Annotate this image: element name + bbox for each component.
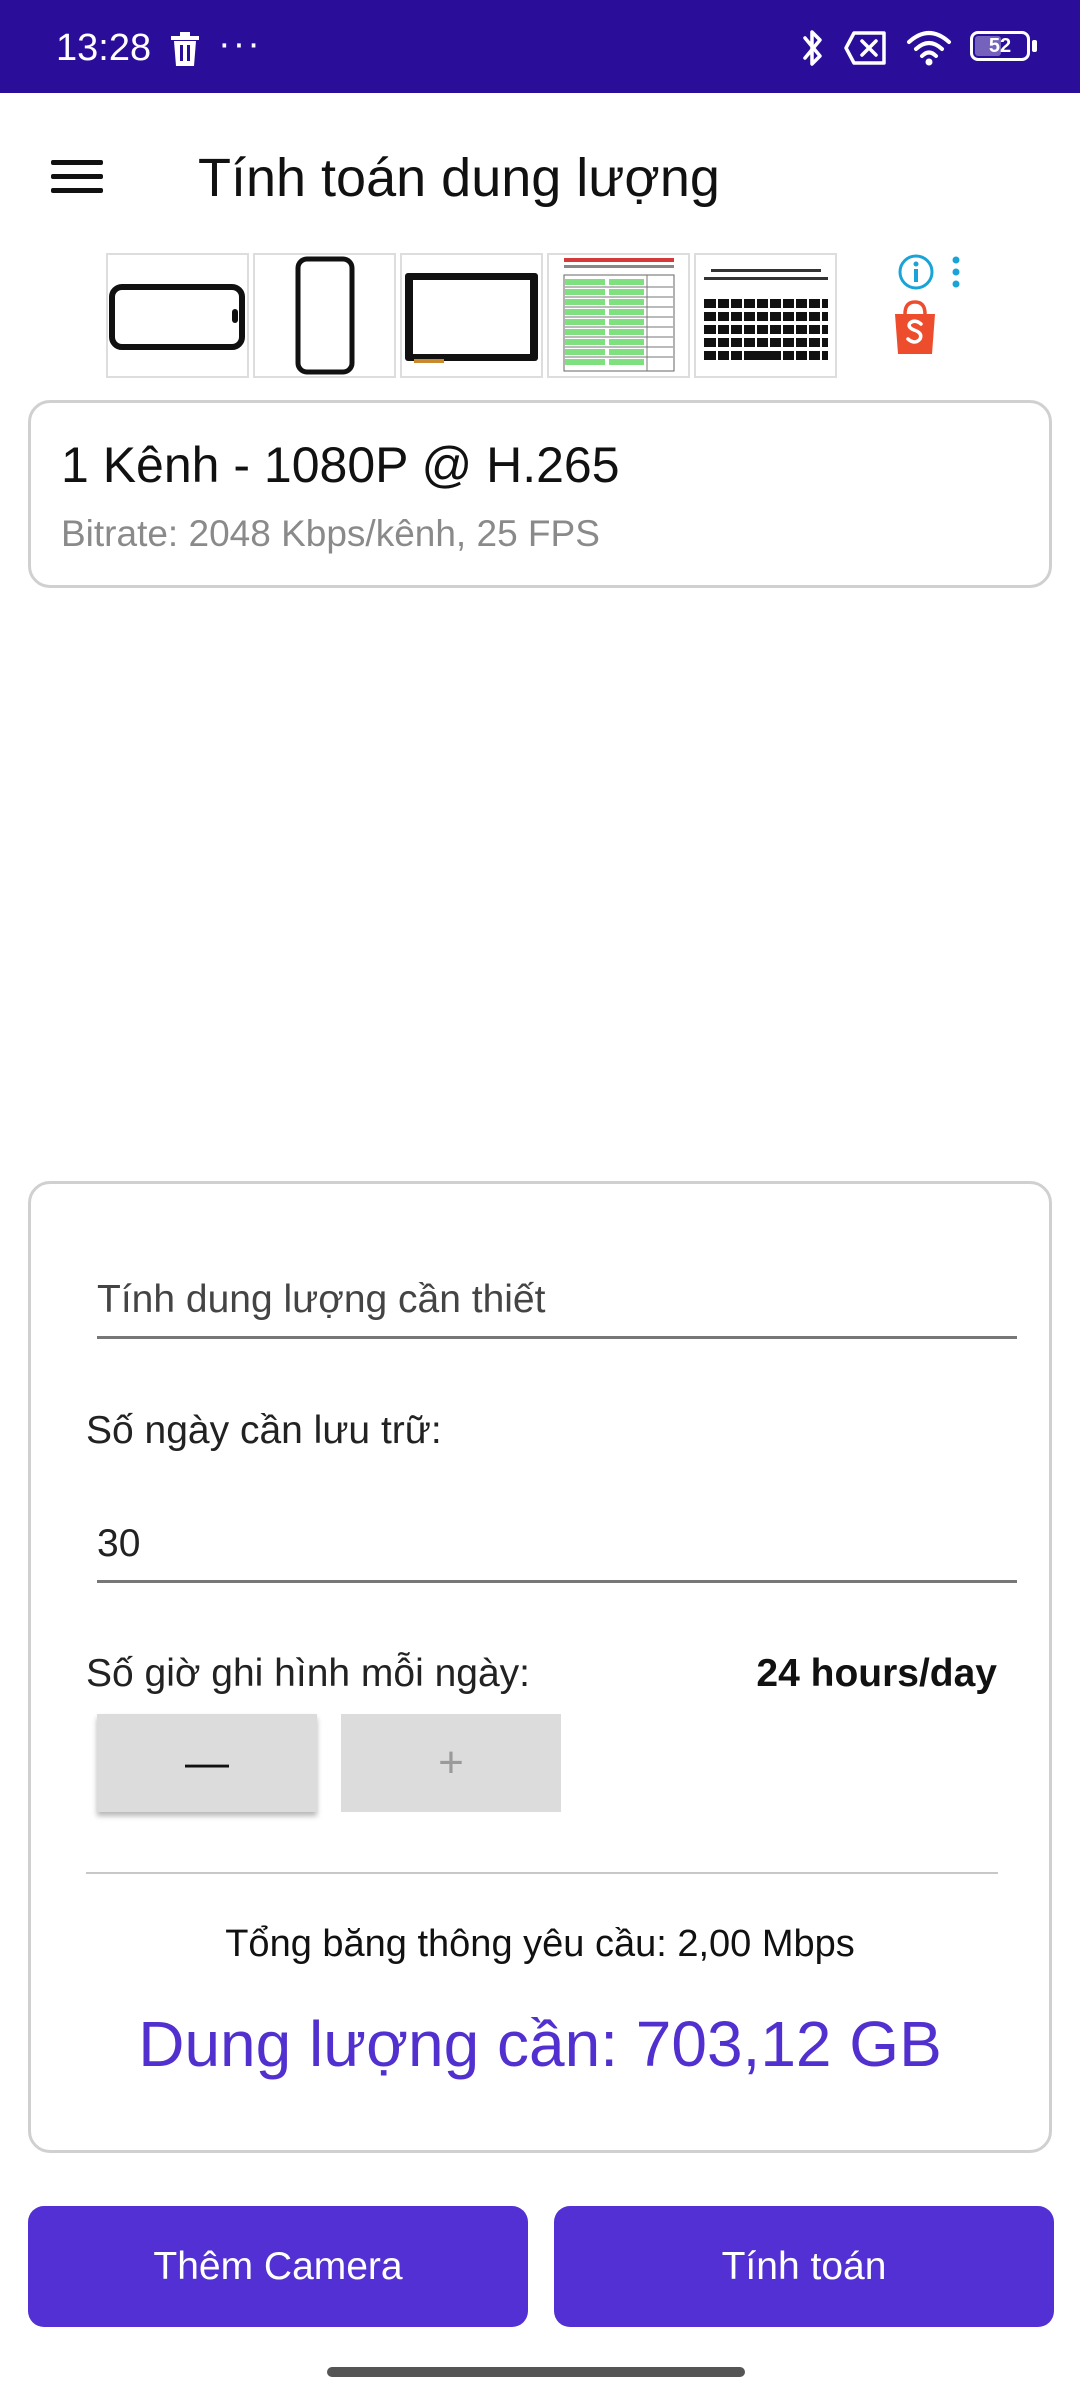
trash-icon <box>171 32 199 66</box>
app-bar: Tính toán dung lượng <box>0 93 1080 253</box>
required-capacity-result: Dung lượng cần: 703,12 GB <box>138 2008 942 2080</box>
calculation-panel: Số ngày cần lưu trữ: Số giờ ghi hình mỗi… <box>28 1181 1052 2153</box>
ad-item-phone-glass[interactable] <box>253 253 396 378</box>
phone-glass-icon <box>295 256 355 375</box>
status-more-icon: ··· <box>218 23 262 65</box>
calculate-button[interactable]: Tính toán <box>554 2206 1054 2327</box>
status-icons: 52 <box>800 24 1040 72</box>
ad-item-phone-screen[interactable] <box>106 253 249 378</box>
battery-icon: 52 <box>970 31 1040 65</box>
page-title: Tính toán dung lượng <box>198 148 720 208</box>
camera-item-card[interactable]: 1 Kênh - 1080P @ H.265 Bitrate: 2048 Kbp… <box>28 400 1052 588</box>
camera-item-bitrate: Bitrate: 2048 Kbps/kênh, 25 FPS <box>61 513 600 554</box>
gesture-nav-handle[interactable] <box>327 2367 745 2377</box>
shopee-bag-icon[interactable] <box>892 300 938 356</box>
recording-hours-label: Số giờ ghi hình mỗi ngày: <box>86 1652 531 1695</box>
required-capacity-field <box>97 1270 1017 1339</box>
no-sim-icon <box>844 31 886 65</box>
wifi-icon <box>907 31 951 66</box>
tablet-touch-panel-icon <box>405 273 538 363</box>
ad-banner[interactable] <box>106 253 837 378</box>
status-time: 13:28 <box>56 27 152 69</box>
status-bar: 13:28 ··· 52 <box>0 0 1080 93</box>
price-list-sheet-icon <box>563 258 675 372</box>
bluetooth-icon <box>803 30 822 66</box>
ad-options-icon[interactable] <box>946 252 966 292</box>
storage-days-input[interactable] <box>97 1514 1017 1580</box>
laptop-keyboard-icon <box>704 269 828 360</box>
required-capacity-input[interactable] <box>97 1270 1017 1336</box>
storage-days-field <box>97 1514 1017 1583</box>
increase-hours-button[interactable]: + <box>341 1714 561 1812</box>
decrease-hours-button[interactable]: — <box>97 1714 317 1812</box>
recording-hours-value: 24 hours/day <box>756 1652 997 1695</box>
ad-item-keyboard[interactable] <box>694 253 837 378</box>
storage-days-label: Số ngày cần lưu trữ: <box>86 1409 442 1452</box>
camera-item-title: 1 Kênh - 1080P @ H.265 <box>61 437 620 493</box>
total-bandwidth-text: Tổng băng thông yêu cầu: 2,00 Mbps <box>225 1923 855 1965</box>
ad-item-tablet-panel[interactable] <box>400 253 543 378</box>
hamburger-icon <box>51 151 103 202</box>
menu-button[interactable] <box>38 137 116 215</box>
add-camera-button[interactable]: Thêm Camera <box>28 2206 528 2327</box>
divider <box>86 1872 998 1874</box>
ad-item-price-list[interactable] <box>547 253 690 378</box>
battery-percent: 52 <box>988 35 1012 57</box>
info-icon[interactable] <box>896 252 936 292</box>
phone-screen-glass-icon <box>109 284 245 350</box>
